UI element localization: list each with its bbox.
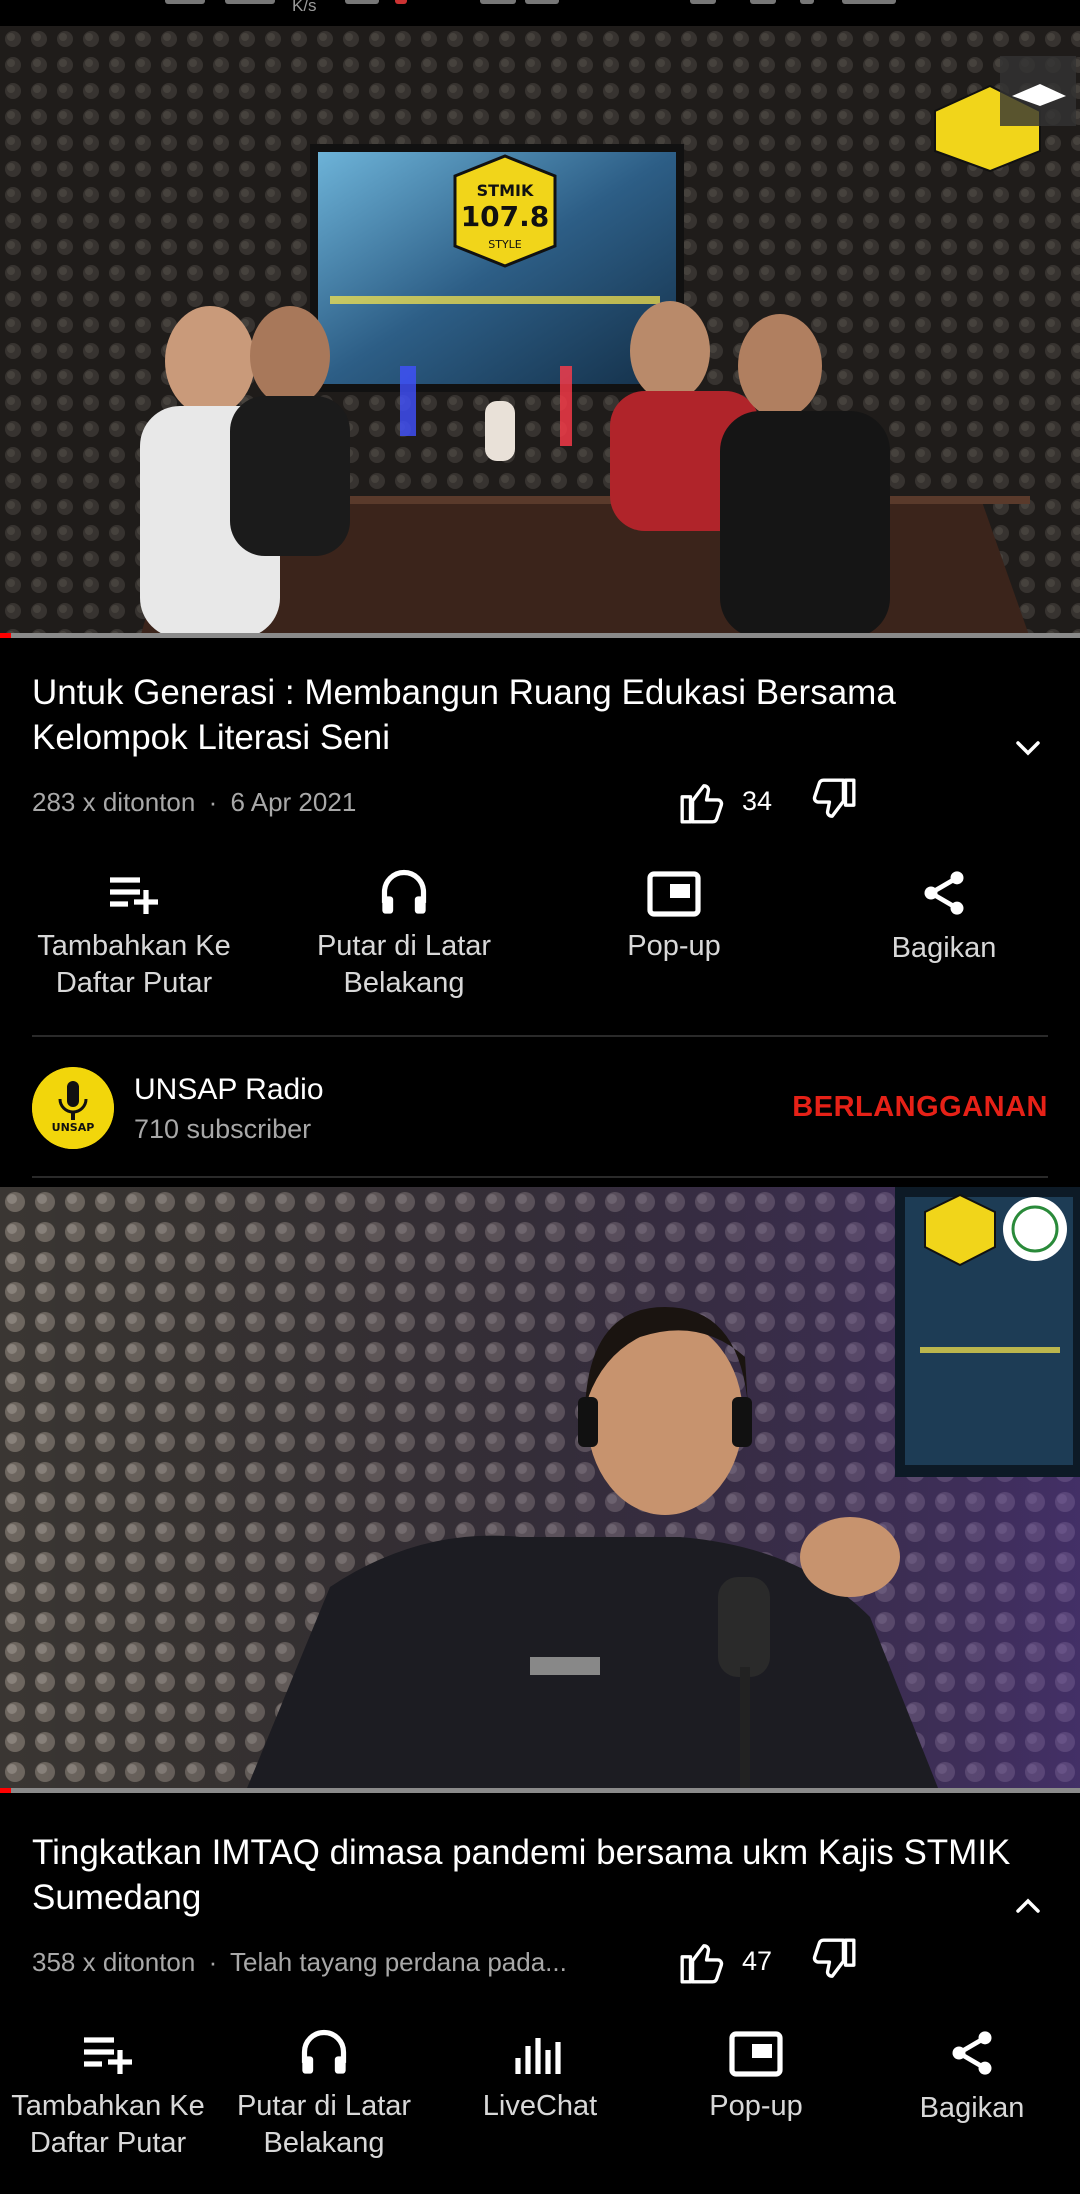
background-play-button[interactable]: Putar di Latar Belakang [216,2026,432,2162]
channel-avatar[interactable]: UNSAP [32,1067,114,1149]
status-icon [480,0,516,4]
divider [32,1035,1048,1037]
add-to-playlist-button[interactable]: Tambahkan Ke Daftar Putar [4,870,264,1002]
background-play-button[interactable]: Putar di Latar Belakang [274,866,534,1002]
status-icon [225,0,275,4]
like-dislike-bar: 34 [678,778,858,824]
share-button[interactable]: Bagikan [814,866,1074,967]
svg-text:UNSAP: UNSAP [52,1121,95,1134]
headphones-icon [301,2029,347,2074]
share-icon [952,2031,992,2075]
divider [32,1176,1048,1178]
status-bar: K/s [0,0,1080,26]
video-thumbnail[interactable] [0,1187,1080,1793]
meta-separator: · [208,1947,218,1977]
video-meta: 358 x ditonton · Telah tayang perdana pa… [32,1947,567,1978]
action-label: LiveChat [482,2090,598,2122]
studio-scene-image: STMIK 107.8 STYLE [0,26,1080,638]
livechat-button[interactable]: LiveChat [432,2030,648,2125]
meta-separator: · [208,787,218,817]
svg-text:STYLE: STYLE [488,238,522,251]
premiere-status: Telah tayang perdana pada... [230,1947,567,1977]
thumb-down-icon[interactable] [808,1938,858,1984]
add-to-playlist-button[interactable]: Tambahkan Ke Daftar Putar [0,2030,216,2162]
popup-icon [647,871,701,917]
status-icon [525,0,559,4]
network-speed-unit: K/s [292,0,317,15]
host-studio-image [0,1187,1080,1793]
status-icon [345,0,379,4]
video-progress-bar[interactable] [0,633,1080,638]
headphones-icon [381,869,427,914]
share-icon [924,871,964,915]
action-label: Bagikan [919,2092,1025,2124]
action-label: Putar di Latar Belakang [316,930,492,999]
svg-text:107.8: 107.8 [461,200,550,233]
action-label: Pop-up [709,2090,803,2122]
video-progress-bar[interactable] [0,1788,1080,1793]
livechat-bars-icon [515,2038,561,2074]
chevron-up-icon[interactable] [1008,1886,1048,1926]
action-label: Tambahkan Ke Daftar Putar [11,2090,205,2159]
radio-mic-logo: UNSAP [32,1067,114,1149]
view-count: 283 x ditonton [32,787,196,817]
playlist-add-icon [84,2037,132,2074]
share-button[interactable]: Bagikan [864,2026,1080,2127]
chevron-down-icon[interactable] [1008,728,1048,768]
video-meta: 283 x ditonton · 6 Apr 2021 [32,787,356,818]
status-icon [395,0,407,4]
action-label: Pop-up [627,930,721,962]
like-dislike-bar: 47 [678,1938,858,1984]
popup-icon [729,2031,783,2077]
upload-date: 6 Apr 2021 [230,787,357,817]
svg-text:STMIK: STMIK [477,181,534,200]
action-label: Bagikan [891,932,997,964]
view-count: 358 x ditonton [32,1947,196,1977]
action-label: Putar di Latar Belakang [236,2090,412,2159]
playlist-add-icon [110,877,158,914]
video-title[interactable]: Untuk Generasi : Membangun Ruang Edukasi… [32,670,1012,760]
thumb-down-icon[interactable] [808,778,858,824]
channel-name[interactable]: UNSAP Radio [134,1073,324,1107]
subscriber-count: 710 subscriber [134,1114,312,1144]
video-title[interactable]: Tingkatkan IMTAQ dimasa pandemi bersama … [32,1830,1012,1920]
video-thumbnail[interactable]: STMIK 107.8 STYLE [0,26,1080,638]
action-label: Tambahkan Ke Daftar Putar [37,930,231,999]
wifi-icon [800,0,814,4]
subscribe-button[interactable]: BERLANGGANAN [792,1091,1048,1124]
popup-button[interactable]: Pop-up [544,870,804,965]
battery-icon [842,0,896,4]
status-icon [165,0,205,4]
signal-icon [690,0,716,4]
popup-button[interactable]: Pop-up [648,2030,864,2125]
thumb-up-icon[interactable] [678,778,728,824]
like-count: 34 [742,785,773,816]
like-count: 47 [742,1945,773,1976]
thumb-up-icon[interactable] [678,1938,728,1984]
signal-icon [750,0,776,4]
